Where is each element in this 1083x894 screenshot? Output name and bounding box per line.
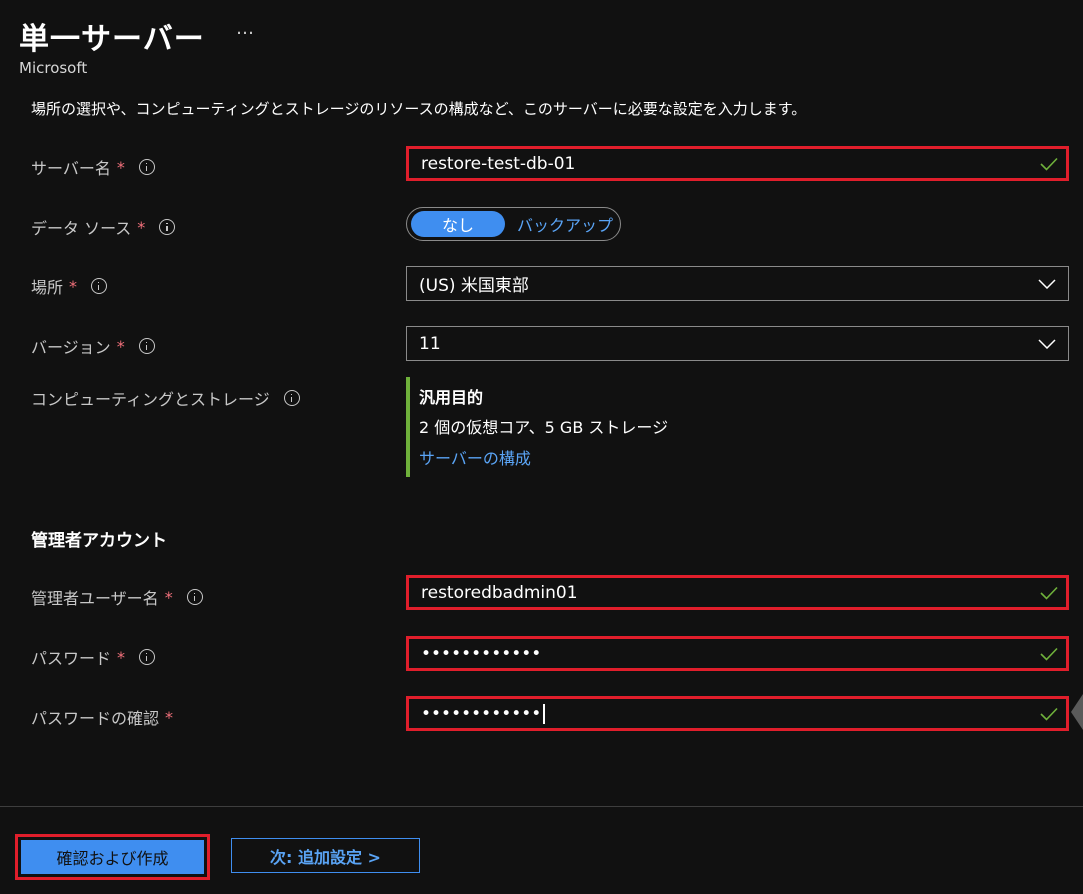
page-title: 単一サーバー [19,22,205,57]
confirm-password-input[interactable]: •••••••••••• [406,696,1069,731]
info-icon[interactable] [159,219,176,235]
check-icon [1040,586,1058,600]
data-source-option-backup[interactable]: バックアップ [517,212,613,236]
next-additional-settings-button[interactable]: 次: 追加設定 > [231,838,420,873]
check-icon [1040,707,1058,721]
page-description: 場所の選択や、コンピューティングとストレージのリソースの構成など、このサーバーに… [31,100,807,118]
footer-divider [0,806,1083,807]
info-icon[interactable] [186,589,203,605]
info-icon[interactable] [283,390,300,406]
required-marker: * [116,336,125,356]
compute-spec: 2 個の仮想コア、5 GB ストレージ [419,418,669,437]
version-label: バージョン * [31,334,155,358]
compute-tier: 汎用目的 [419,388,484,407]
check-icon [1040,157,1058,171]
admin-username-input[interactable]: restoredbadmin01 [406,575,1069,610]
admin-username-label: 管理者ユーザー名 * [31,585,203,609]
side-panel-handle[interactable] [1071,694,1083,730]
chevron-down-icon [1038,338,1056,349]
info-icon[interactable] [138,338,155,354]
location-label: 場所 * [31,274,108,298]
data-source-option-none[interactable]: なし [411,211,505,237]
data-source-label: データ ソース * [31,215,176,239]
required-marker: * [165,707,174,727]
publisher-label: Microsoft [19,59,88,77]
compute-storage-label: コンピューティングとストレージ [31,386,300,410]
info-icon[interactable] [139,649,156,665]
review-create-button[interactable]: 確認および作成 [15,834,210,880]
compute-accent-bar [406,377,410,477]
text-caret [543,703,545,724]
server-name-label: サーバー名 * [31,155,155,179]
server-name-input[interactable]: restore-test-db-01 [406,146,1069,181]
data-source-toggle[interactable]: なし バックアップ [406,207,621,241]
location-select[interactable]: (US) 米国東部 [406,266,1069,301]
required-marker: * [116,157,125,177]
chevron-down-icon [1038,278,1056,289]
version-select[interactable]: 11 [406,326,1069,361]
info-icon[interactable] [91,278,108,294]
more-options-button[interactable]: … [236,18,256,39]
required-marker: * [69,276,78,296]
required-marker: * [164,587,173,607]
password-input[interactable]: •••••••••••• [406,636,1069,671]
admin-section-title: 管理者アカウント [31,531,167,551]
info-icon[interactable] [138,159,155,175]
required-marker: * [117,647,126,667]
configure-server-link[interactable]: サーバーの構成 [419,445,531,469]
confirm-password-label: パスワードの確認 * [31,707,174,729]
password-label: パスワード * [31,645,156,669]
required-marker: * [137,217,146,237]
check-icon [1040,647,1058,661]
